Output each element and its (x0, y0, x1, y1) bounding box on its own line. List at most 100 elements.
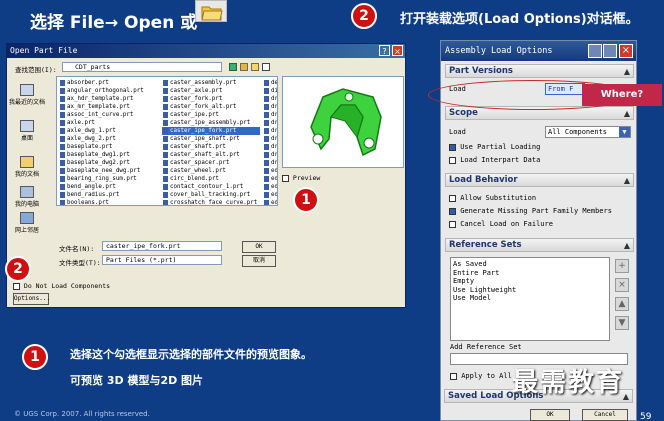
file-item[interactable]: caster_ipe_fork.prt (162, 127, 260, 135)
no-load-checkbox[interactable]: Do Not Load Components (13, 282, 110, 290)
reference-sets-header[interactable]: Reference Sets ▲ (445, 238, 634, 252)
load-behavior-header[interactable]: Load Behavior ▲ (445, 173, 634, 187)
asm-ok-button[interactable]: OK (530, 409, 570, 421)
apply-all-check[interactable] (450, 372, 457, 380)
file-item[interactable]: contact_contour_1.prt (162, 183, 260, 191)
file-item[interactable]: baseplate_nee_dwg.prt (59, 167, 157, 175)
file-item[interactable]: caster_ipe_assembly.prt (162, 119, 260, 127)
file-item[interactable]: draf (263, 95, 277, 103)
collapse-icon[interactable] (603, 44, 617, 58)
move-up-icon[interactable]: ▲ (615, 297, 629, 311)
chevron-down-icon[interactable]: ▼ (619, 127, 630, 137)
file-item[interactable]: circ_blend.prt (162, 175, 260, 183)
preview-checkbox[interactable]: Preview (282, 174, 320, 182)
file-item[interactable]: baseplate_dwg2.prt (59, 159, 157, 167)
file-item[interactable]: caster_shaft_alt.prt (162, 151, 260, 159)
reference-set-item[interactable]: Entire Part (453, 269, 607, 278)
help-button[interactable]: ? (379, 45, 390, 56)
nav-toolbar[interactable] (229, 62, 270, 72)
file-list[interactable]: absorber.prt angular_orthogonal.prt ax_hdr… (56, 76, 278, 206)
file-item[interactable]: bearing_ring_sum.prt (59, 175, 157, 183)
cancel-button[interactable]: 取消 (242, 255, 276, 267)
cancel-failure-checkbox[interactable]: Cancel Load on Failure (449, 220, 553, 228)
file-item[interactable]: caster_wheel.prt (162, 167, 260, 175)
load-interpart-checkbox[interactable]: Load Interpart Data (449, 156, 540, 164)
up-folder-icon[interactable] (240, 63, 248, 71)
filetype-select[interactable]: Part Files (*.prt) (102, 255, 222, 265)
back-icon[interactable] (229, 63, 237, 71)
file-item[interactable]: edge (263, 175, 277, 183)
file-item[interactable]: assoc_int_curve.prt (59, 111, 157, 119)
file-item[interactable]: edge (263, 183, 277, 191)
file-item[interactable]: devi (263, 79, 277, 87)
file-item[interactable]: driv (263, 111, 277, 119)
file-item[interactable]: ax_mr_template.prt (59, 103, 157, 111)
preview-check[interactable] (282, 174, 289, 182)
reference-set-item[interactable]: Use Model (453, 294, 607, 303)
file-item[interactable]: driv (263, 127, 277, 135)
file-item[interactable]: caster_spacer.prt (162, 159, 260, 167)
asm-cancel-button[interactable]: Cancel (582, 409, 628, 421)
cancel-failure-check[interactable] (449, 220, 456, 228)
move-down-icon[interactable]: ▼ (615, 316, 629, 330)
desktop-item[interactable]: 桌面 (9, 120, 45, 150)
ok-button[interactable]: OK (242, 241, 276, 253)
delete-icon[interactable]: × (615, 278, 629, 292)
options-button[interactable]: Options... (13, 293, 50, 305)
file-item[interactable]: absorber.prt (59, 79, 157, 87)
file-item[interactable]: driv (263, 143, 277, 151)
view-menu-icon[interactable] (262, 63, 270, 71)
file-item[interactable]: edge (263, 191, 277, 199)
file-item[interactable]: baseplate_dwg1.prt (59, 151, 157, 159)
file-item[interactable]: bend_radius.prt (59, 191, 157, 199)
reference-set-item[interactable]: Empty (453, 277, 607, 286)
gen-missing-check[interactable] (449, 207, 456, 215)
use-partial-checkbox[interactable]: Use Partial Loading (449, 143, 540, 151)
my-docs-item[interactable]: 我的文档 (9, 156, 45, 186)
file-item[interactable]: driv (263, 135, 277, 143)
load-interpart-check[interactable] (449, 156, 456, 164)
allow-sub-checkbox[interactable]: Allow Substitution (449, 194, 536, 202)
close-button[interactable]: × (392, 45, 403, 56)
look-in-select[interactable]: CDT_parts (62, 62, 222, 72)
file-item[interactable]: caster_assembly.prt (162, 79, 260, 87)
file-item[interactable]: disk (263, 87, 277, 95)
file-item[interactable]: booleans.prt (59, 199, 157, 205)
file-item[interactable]: axle_dwg_1.prt (59, 127, 157, 135)
file-item[interactable]: bend_angle.prt (59, 183, 157, 191)
file-item[interactable]: edge (263, 167, 277, 175)
apply-all-checkbox[interactable]: Apply to All (450, 372, 512, 380)
scope-load-select[interactable]: All Components ▼ (545, 126, 631, 138)
file-item[interactable]: edit (263, 199, 277, 205)
file-item[interactable]: driv (263, 103, 277, 111)
file-item[interactable]: cover_ball_tracking.prt (162, 191, 260, 199)
reference-set-list[interactable]: As Saved Entire Part Empty Use Lightweight U… (450, 257, 610, 341)
use-partial-check[interactable] (449, 143, 456, 151)
file-item[interactable]: caster_ipe.prt (162, 111, 260, 119)
add-icon[interactable]: + (615, 259, 629, 273)
asm-close-icon[interactable]: × (619, 44, 633, 58)
file-item[interactable]: driv (263, 159, 277, 167)
reference-set-item[interactable]: As Saved (453, 260, 607, 269)
reference-set-item[interactable]: Use Lightweight (453, 286, 607, 295)
file-item[interactable]: axle_dwg_2.prt (59, 135, 157, 143)
file-item[interactable]: axle.prt (59, 119, 157, 127)
file-item[interactable]: caster_axle.prt (162, 87, 260, 95)
recent-docs-item[interactable]: 我最近的文档 (9, 84, 45, 114)
file-item[interactable]: caster_ipe_shaft.prt (162, 135, 260, 143)
gen-missing-checkbox[interactable]: Generate Missing Part Family Members (449, 207, 612, 215)
file-item[interactable]: ax_hdr_template.prt (59, 95, 157, 103)
file-item[interactable]: crosshatch_face_curve.prt (162, 199, 260, 205)
file-item[interactable]: caster_fork_alt.prt (162, 103, 260, 111)
file-item[interactable]: angular_orthogonal.prt (59, 87, 157, 95)
filename-input[interactable]: caster_ipe_fork.prt (102, 241, 222, 251)
file-item[interactable]: baseplate.prt (59, 143, 157, 151)
no-load-check[interactable] (13, 282, 20, 290)
file-item[interactable]: driv (263, 151, 277, 159)
file-item[interactable]: caster_shaft.prt (162, 143, 260, 151)
reset-icon[interactable] (588, 44, 602, 58)
new-folder-icon[interactable] (251, 63, 259, 71)
part-versions-header[interactable]: Part Versions ▲ (445, 64, 634, 78)
file-item[interactable]: caster_fork.prt (162, 95, 260, 103)
allow-sub-check[interactable] (449, 194, 456, 202)
